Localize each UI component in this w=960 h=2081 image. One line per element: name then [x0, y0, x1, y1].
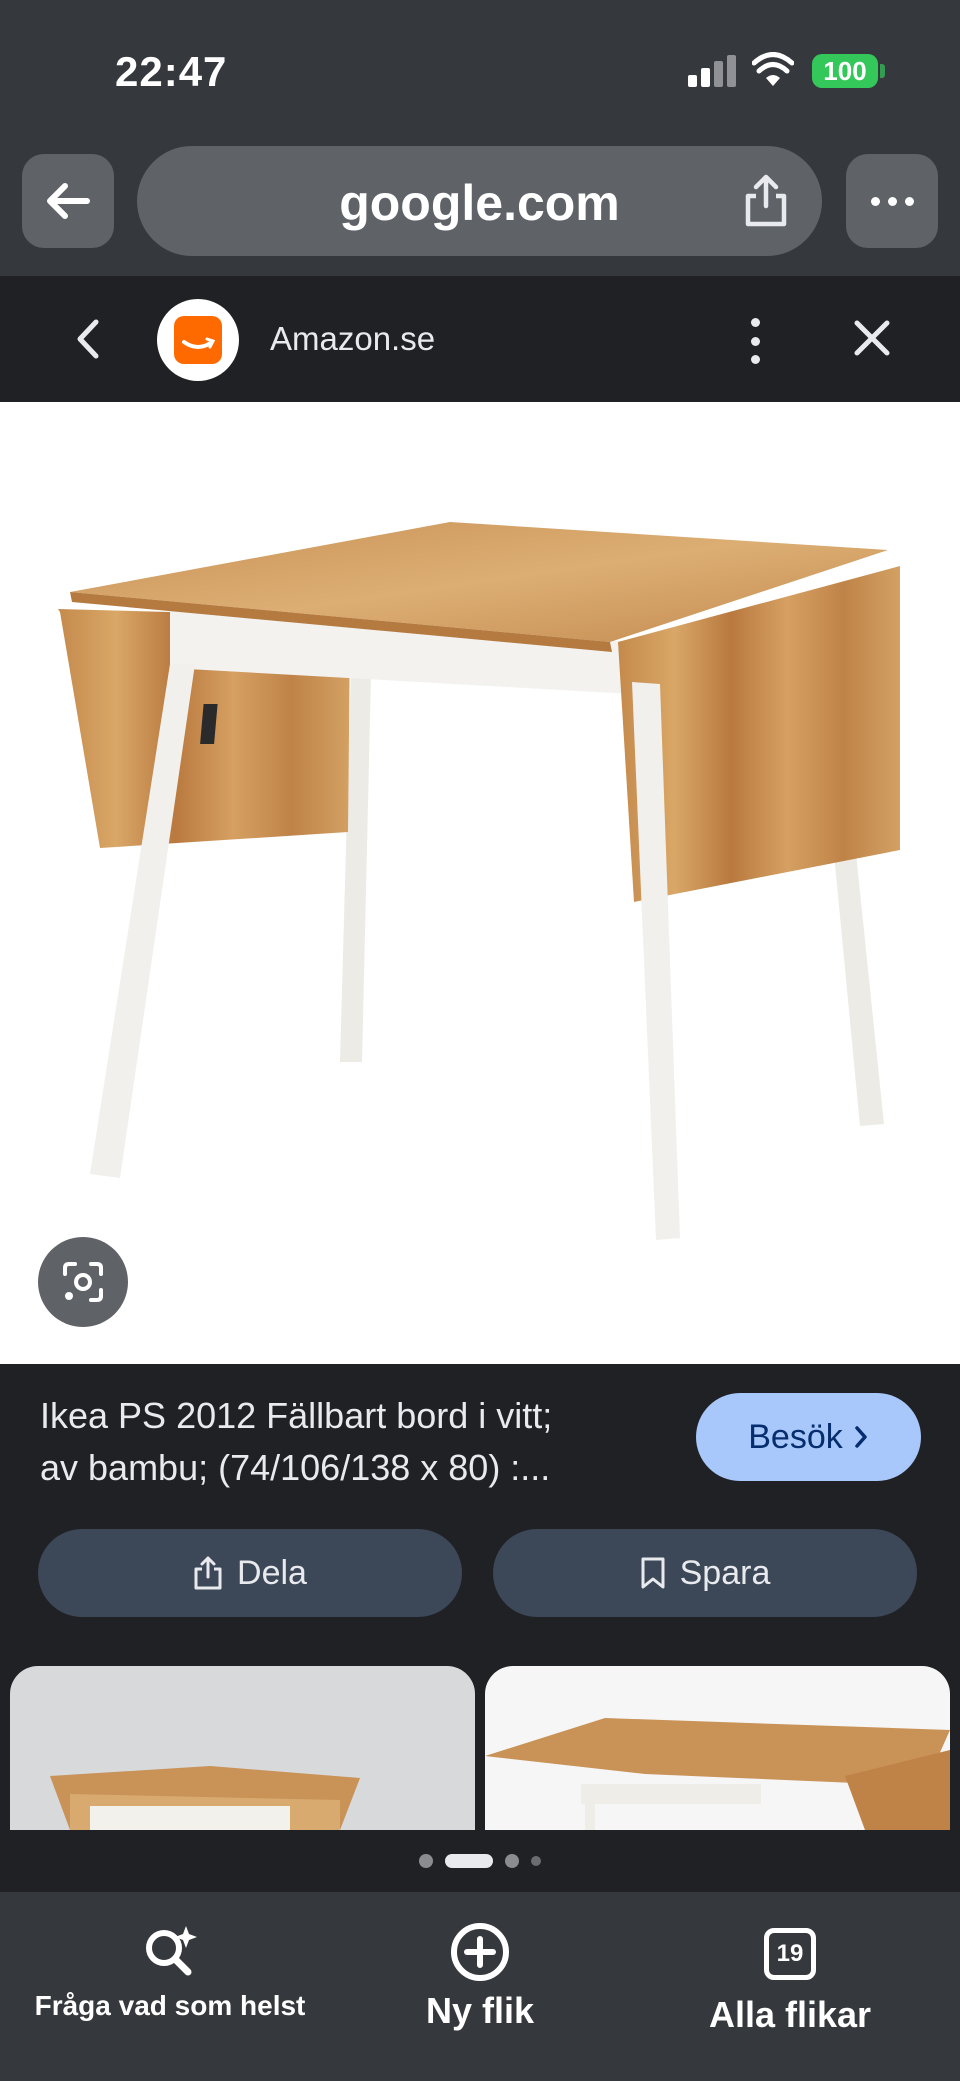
signal-icon [688, 55, 736, 87]
kebab-icon[interactable] [748, 318, 762, 364]
battery-tip [880, 64, 885, 78]
amazon-logo[interactable] [157, 299, 239, 381]
source-name[interactable]: Amazon.se [270, 320, 435, 358]
status-time: 22:47 [115, 48, 228, 95]
product-image[interactable] [0, 402, 960, 1364]
bookmark-icon [641, 1557, 665, 1589]
plus-circle-icon [451, 1923, 509, 1981]
battery-icon: 100 [812, 54, 878, 88]
table-illustration [58, 522, 900, 1240]
tabs-icon: 19 [764, 1928, 816, 1980]
title-line-1: Ikea PS 2012 Fällbart bord i vitt; [40, 1395, 553, 1436]
back-button[interactable] [22, 154, 114, 248]
page-dot[interactable] [419, 1854, 433, 1868]
close-icon[interactable] [852, 318, 892, 358]
related-thumbnail[interactable] [485, 1666, 950, 1830]
save-button[interactable]: Spara [493, 1529, 917, 1617]
ask-anything-label: Fråga vad som helst [34, 1990, 306, 2021]
visit-label: Besök [748, 1417, 843, 1456]
all-tabs-button[interactable]: 19 Alla flikar [680, 1920, 900, 2036]
related-thumbnail[interactable] [10, 1666, 475, 1830]
result-title[interactable]: Ikea PS 2012 Fällbart bord i vitt; av ba… [40, 1390, 640, 1494]
lens-button[interactable] [38, 1237, 128, 1327]
more-icon [870, 196, 880, 206]
share-icon [194, 1556, 222, 1590]
share-button[interactable]: Dela [38, 1529, 462, 1617]
chevron-left-icon[interactable] [70, 316, 106, 362]
lens-icon [63, 1262, 103, 1302]
all-tabs-label: Alla flikar [708, 1994, 872, 2035]
pager [0, 1830, 960, 1892]
page-dot[interactable] [531, 1856, 541, 1866]
share-icon[interactable] [740, 172, 792, 228]
url-text: google.com [339, 175, 620, 231]
page-dot[interactable] [505, 1854, 519, 1868]
back-arrow-icon [47, 183, 90, 219]
new-tab-label: Ny flik [425, 1990, 535, 2031]
share-label: Dela [237, 1553, 307, 1592]
source-bar [0, 276, 960, 402]
more-button[interactable] [846, 154, 938, 248]
save-label: Spara [679, 1553, 771, 1592]
visit-button[interactable]: Besök [696, 1393, 921, 1481]
page-dot-active[interactable] [445, 1854, 493, 1868]
title-line-2: av bambu; (74/106/138 x 80) :... [40, 1447, 551, 1488]
search-sparkle-icon [146, 1926, 197, 1976]
new-tab-button[interactable]: Ny flik [380, 1920, 580, 2032]
chevron-right-icon [855, 1426, 867, 1448]
url-bar[interactable]: google.com [137, 146, 822, 256]
ask-anything-button[interactable]: Fråga vad som helst [20, 1920, 320, 2022]
wifi-icon [752, 52, 794, 86]
